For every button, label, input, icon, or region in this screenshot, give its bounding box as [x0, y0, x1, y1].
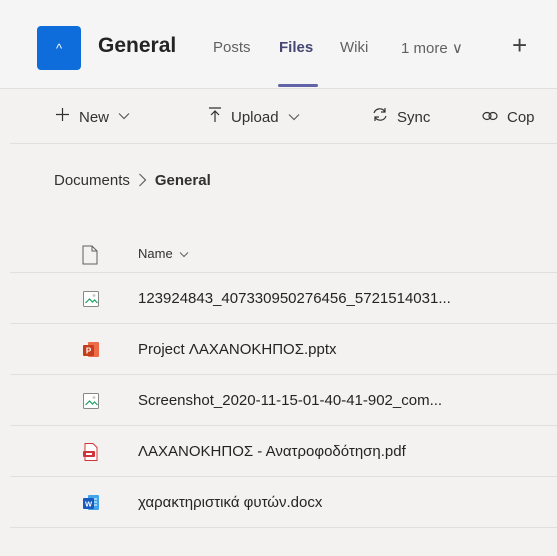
file-name[interactable]: Screenshot_2020-11-15-01-40-41-902_com..… — [138, 392, 442, 409]
command-bar: New Upload Sync Cop — [0, 89, 557, 143]
word-file-icon: W — [82, 493, 100, 513]
list-item[interactable]: W χαρακτηριστικά φυτών.docx — [10, 477, 557, 528]
link-icon — [482, 107, 498, 127]
add-tab-button[interactable]: + — [512, 30, 527, 61]
file-type-column-icon[interactable] — [82, 245, 98, 270]
sync-icon — [372, 107, 388, 127]
list-item[interactable]: Screenshot_2020-11-15-01-40-41-902_com..… — [10, 375, 557, 426]
svg-text:P: P — [86, 347, 92, 356]
pdf-file-icon — [82, 442, 100, 462]
image-file-icon — [82, 289, 100, 309]
chevron-down-icon — [118, 111, 130, 123]
channel-title: General — [98, 34, 177, 57]
file-name[interactable]: ΛΑΧΑΝΟΚΗΠΟΣ - Ανατροφοδότηση.pdf — [138, 443, 406, 460]
upload-button[interactable]: Upload — [208, 107, 300, 128]
file-name[interactable]: χαρακτηριστικά φυτών.docx — [138, 494, 322, 511]
image-file-icon — [82, 391, 100, 411]
command-bar-divider — [10, 143, 557, 144]
tab-files[interactable]: Files — [279, 39, 313, 56]
new-button[interactable]: New — [55, 107, 130, 127]
file-name[interactable]: 123924843_407330950276456_5721514031... — [138, 290, 451, 307]
breadcrumb-current: General — [154, 172, 211, 189]
plus-icon — [55, 107, 70, 127]
chevron-right-icon — [138, 172, 147, 189]
breadcrumb-documents[interactable]: Documents — [54, 172, 130, 189]
svg-text:W: W — [85, 500, 93, 509]
breadcrumb: Documents General — [54, 172, 211, 189]
copy-link-button[interactable]: Cop — [482, 107, 535, 127]
tab-wiki[interactable]: Wiki — [340, 39, 368, 56]
file-list: Name 123924843_407330950276456_572151403… — [10, 225, 557, 528]
team-avatar[interactable]: ^ — [37, 26, 81, 70]
powerpoint-file-icon: P — [82, 340, 100, 360]
list-header: Name — [10, 225, 557, 273]
chevron-down-icon — [288, 112, 300, 124]
chevron-down-icon — [176, 246, 189, 261]
active-tab-indicator — [278, 84, 318, 87]
tab-posts[interactable]: Posts — [213, 39, 251, 56]
team-initial: ^ — [55, 40, 63, 56]
upload-label: Upload — [231, 109, 279, 126]
channel-header: ^ General Posts Files Wiki 1 more ∨ + — [0, 0, 557, 88]
name-column-header[interactable]: Name — [138, 246, 189, 261]
new-label: New — [79, 108, 110, 126]
sync-button[interactable]: Sync — [372, 107, 430, 127]
copy-link-label: Cop — [507, 108, 535, 126]
file-name[interactable]: Project ΛΑΧΑΝΟΚΗΠΟΣ.pptx — [138, 341, 337, 358]
sync-label: Sync — [397, 108, 431, 126]
list-item[interactable]: P Project ΛΑΧΑΝΟΚΗΠΟΣ.pptx — [10, 324, 557, 375]
name-column-label: Name — [138, 246, 173, 261]
list-item[interactable]: ΛΑΧΑΝΟΚΗΠΟΣ - Ανατροφοδότηση.pdf — [10, 426, 557, 477]
list-item[interactable]: 123924843_407330950276456_5721514031... — [10, 273, 557, 324]
upload-icon — [208, 107, 222, 128]
tab-more[interactable]: 1 more ∨ — [401, 39, 463, 57]
